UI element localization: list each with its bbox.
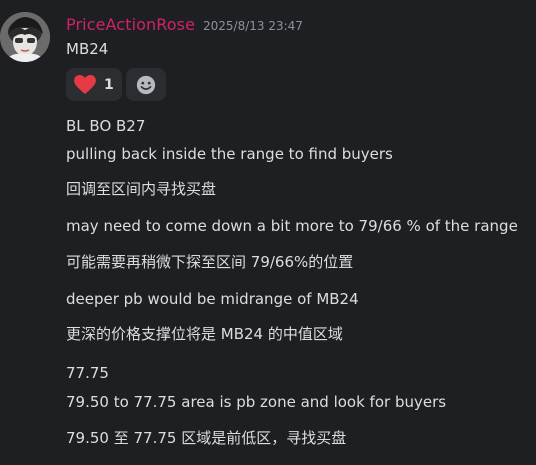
heart-icon [74, 74, 96, 94]
user-avatar[interactable] [0, 12, 50, 62]
message-title-line: MB24 [66, 40, 109, 58]
message-line: may need to come down a bit more to 79/6… [66, 217, 518, 235]
reaction-heart[interactable]: 1 [66, 68, 122, 101]
smiley-add-reaction-icon [136, 75, 155, 94]
message-line: 77.75 [66, 364, 109, 382]
message-line: 79.50 至 77.75 区域是前低区，寻找买盘 [66, 429, 347, 447]
avatar-image [0, 12, 50, 62]
reactions-bar: 1 [66, 68, 166, 101]
username[interactable]: PriceActionRose [66, 15, 195, 34]
message-line: 可能需要再稍微下探至区间 79/66%的位置 [66, 253, 354, 271]
timestamp: 2025/8/13 23:47 [203, 19, 303, 33]
message-line: 回调至区间内寻找买盘 [66, 180, 217, 198]
add-reaction-button[interactable] [125, 68, 166, 101]
message-header: PriceActionRose 2025/8/13 23:47 [66, 15, 303, 34]
message-line: 79.50 to 77.75 area is pb zone and look … [66, 393, 447, 411]
message-line: BL BO B27 [66, 117, 146, 135]
message-line: pulling back inside the range to find bu… [66, 145, 393, 163]
chat-message: PriceActionRose 2025/8/13 23:47 MB24 1 B… [0, 0, 536, 465]
message-line: 更深的价格支撑位将是 MB24 的中值区域 [66, 325, 343, 343]
message-line: deeper pb would be midrange of MB24 [66, 290, 359, 308]
reaction-count: 1 [104, 76, 114, 93]
